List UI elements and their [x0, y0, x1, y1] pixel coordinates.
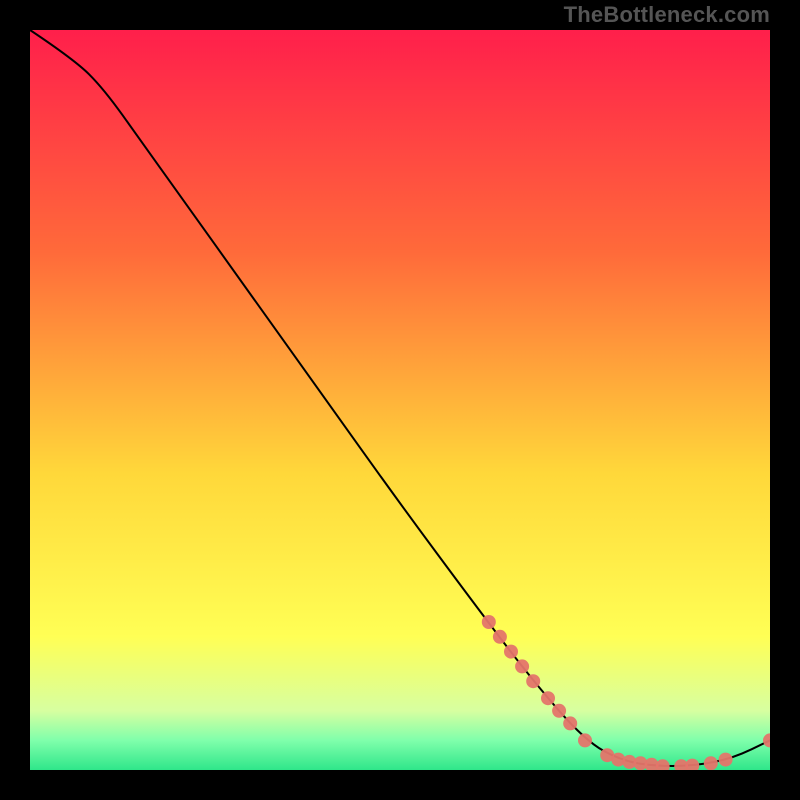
highlight-dot	[482, 615, 496, 629]
attribution-label: TheBottleneck.com	[564, 2, 770, 28]
bottleneck-chart	[30, 30, 770, 770]
highlight-dot	[552, 704, 566, 718]
highlight-dot	[704, 756, 718, 770]
highlight-dot	[526, 674, 540, 688]
highlight-dot	[578, 733, 592, 747]
highlight-dot	[563, 716, 577, 730]
highlight-dot	[515, 659, 529, 673]
highlight-dot	[493, 630, 507, 644]
chart-frame: TheBottleneck.com	[0, 0, 800, 800]
highlight-dot	[504, 645, 518, 659]
highlight-dot	[541, 691, 555, 705]
highlight-dot	[719, 753, 733, 767]
